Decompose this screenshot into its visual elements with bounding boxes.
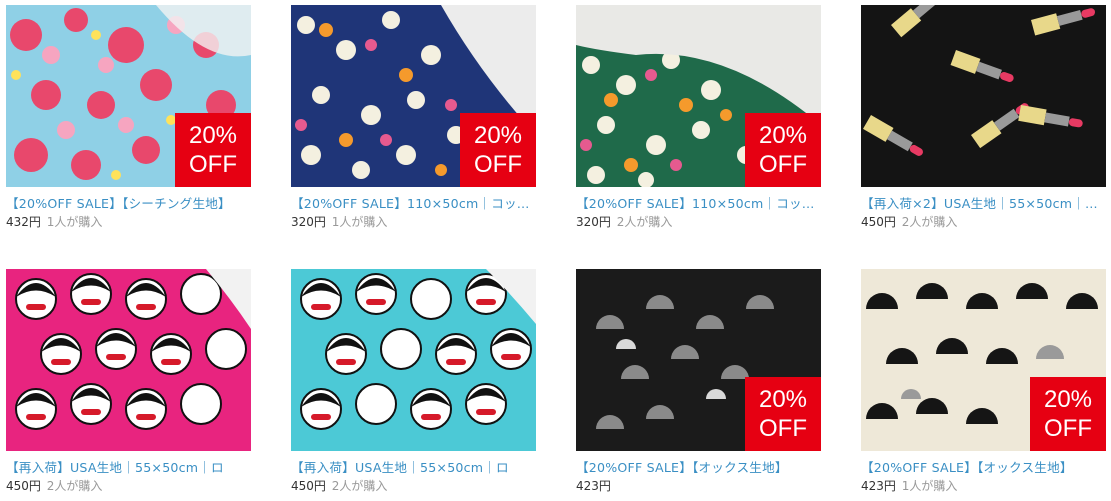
badge-off: OFF xyxy=(189,151,237,178)
product-card[interactable]: 20% OFF 【20%OFF SALE】110×50cm｜コットン 320円 … xyxy=(291,5,536,229)
product-image[interactable]: 20% OFF xyxy=(576,269,821,451)
product-title[interactable]: 【20%OFF SALE】【オックス生地】 xyxy=(861,457,1106,475)
purchase-count: 1人が購入 xyxy=(901,479,958,493)
product-price: 423円 xyxy=(861,479,896,493)
discount-badge: 20% OFF xyxy=(745,377,821,451)
fabric-lipstick-pattern xyxy=(861,5,1106,187)
badge-percent: 20% xyxy=(188,122,238,149)
badge-percent: 20% xyxy=(758,386,808,413)
discount-badge: 20% OFF xyxy=(745,113,821,187)
product-card[interactable]: 20% OFF 【20%OFF SALE】【オックス生地】 423円 1人が購入 xyxy=(861,269,1106,493)
fabric-girls-pink-pattern xyxy=(6,269,251,451)
discount-badge: 20% OFF xyxy=(1030,377,1106,451)
product-title[interactable]: 【20%OFF SALE】110×50cm｜コットン xyxy=(291,193,536,211)
product-meta: 450円 2人が購入 xyxy=(861,213,1106,229)
product-card[interactable]: 20% OFF 【20%OFF SALE】110×50cm｜コットン 320円 … xyxy=(576,5,821,229)
product-price: 320円 xyxy=(291,215,326,229)
product-meta: 423円 xyxy=(576,477,821,493)
badge-percent: 20% xyxy=(758,122,808,149)
discount-badge: 20% OFF xyxy=(460,113,536,187)
product-image[interactable] xyxy=(291,269,536,451)
product-meta: 432円 1人が購入 xyxy=(6,213,251,229)
product-price: 320円 xyxy=(576,215,611,229)
product-price: 450円 xyxy=(291,479,326,493)
product-price: 432円 xyxy=(6,215,41,229)
product-title[interactable]: 【20%OFF SALE】【シーチング生地】 xyxy=(6,193,251,211)
product-meta: 320円 2人が購入 xyxy=(576,213,821,229)
badge-off: OFF xyxy=(1044,415,1092,442)
product-title[interactable]: 【再入荷×2】USA生地｜55×50cm｜リップスティック xyxy=(861,193,1106,211)
product-meta: 450円 2人が購入 xyxy=(6,477,251,493)
product-card[interactable]: 20% OFF 【20%OFF SALE】【オックス生地】 423円 xyxy=(576,269,821,493)
discount-badge: 20% OFF xyxy=(175,113,251,187)
badge-off: OFF xyxy=(759,415,807,442)
product-image[interactable] xyxy=(6,269,251,451)
product-image[interactable]: 20% OFF xyxy=(861,269,1106,451)
badge-off: OFF xyxy=(474,151,522,178)
product-image[interactable]: 20% OFF xyxy=(291,5,536,187)
product-price: 450円 xyxy=(6,479,41,493)
product-meta: 423円 1人が購入 xyxy=(861,477,1106,493)
purchase-count: 1人が購入 xyxy=(331,215,388,229)
product-price: 450円 xyxy=(861,215,896,229)
product-card[interactable]: 【再入荷×2】USA生地｜55×50cm｜リップスティック 450円 2人が購入 xyxy=(861,5,1106,229)
product-card[interactable]: 20% OFF 【20%OFF SALE】【シーチング生地】 432円 1人が購… xyxy=(6,5,251,229)
product-image[interactable]: 20% OFF xyxy=(576,5,821,187)
badge-off: OFF xyxy=(759,151,807,178)
product-title[interactable]: 【20%OFF SALE】【オックス生地】 xyxy=(576,457,821,475)
badge-percent: 20% xyxy=(1043,386,1093,413)
badge-percent: 20% xyxy=(473,122,523,149)
product-title[interactable]: 【再入荷】USA生地｜55×50cm｜ロ xyxy=(291,457,536,475)
purchase-count: 2人が購入 xyxy=(331,479,388,493)
purchase-count: 2人が購入 xyxy=(46,479,103,493)
product-price: 423円 xyxy=(576,479,611,493)
fabric-girls-aqua-pattern xyxy=(291,269,536,451)
product-meta: 320円 1人が購入 xyxy=(291,213,536,229)
product-card[interactable]: 【再入荷】USA生地｜55×50cm｜ロ 450円 2人が購入 xyxy=(6,269,251,493)
product-card[interactable]: 【再入荷】USA生地｜55×50cm｜ロ 450円 2人が購入 xyxy=(291,269,536,493)
purchase-count: 2人が購入 xyxy=(901,215,958,229)
product-title[interactable]: 【再入荷】USA生地｜55×50cm｜ロ xyxy=(6,457,251,475)
purchase-count: 1人が購入 xyxy=(46,215,103,229)
product-meta: 450円 2人が購入 xyxy=(291,477,536,493)
product-image[interactable] xyxy=(861,5,1106,187)
product-image[interactable]: 20% OFF xyxy=(6,5,251,187)
product-title[interactable]: 【20%OFF SALE】110×50cm｜コットン xyxy=(576,193,821,211)
purchase-count: 2人が購入 xyxy=(616,215,673,229)
